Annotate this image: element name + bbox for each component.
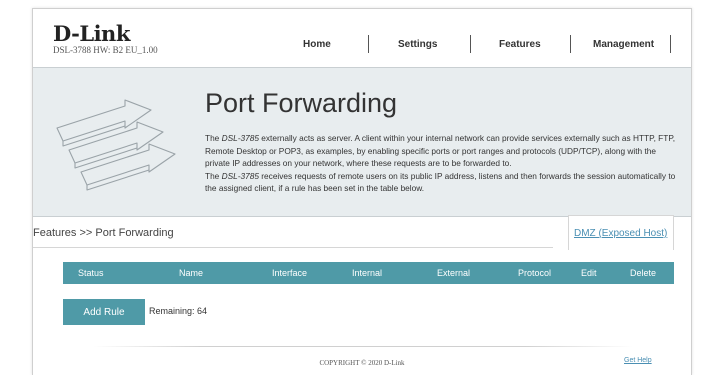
col-name: Name	[179, 268, 204, 278]
port-forwarding-arrows-icon	[56, 99, 176, 191]
desc-model: DSL-3785	[221, 170, 259, 181]
page-frame: D-Link DSL-3788 HW: B2 EU_1.00 Home Sett…	[32, 8, 692, 375]
col-status: Status	[78, 268, 104, 278]
get-help-link[interactable]: Get Help	[624, 357, 652, 364]
nav-settings[interactable]: Settings	[398, 39, 437, 50]
model-info: DSL-3788 HW: B2 EU_1.00	[53, 45, 158, 55]
dmz-link[interactable]: DMZ (Exposed Host)	[574, 228, 667, 239]
page-title: Port Forwarding	[205, 88, 398, 118]
desc-text: The	[205, 133, 222, 143]
nav-divider	[470, 35, 471, 53]
add-rule-button[interactable]: Add Rule	[63, 299, 145, 325]
nav-home[interactable]: Home	[303, 39, 331, 50]
brand-name: D-Link	[53, 21, 130, 46]
nav-divider	[670, 35, 671, 53]
dmz-tab: DMZ (Exposed Host)	[568, 215, 674, 250]
nav-divider	[368, 35, 369, 53]
desc-text: The	[205, 170, 222, 181]
col-protocol: Protocol	[518, 268, 552, 278]
col-external: External	[437, 268, 471, 278]
nav-management[interactable]: Management	[593, 39, 654, 50]
desc-text: receives requests of remote users on its…	[205, 170, 676, 194]
copyright: COPYRIGHT © 2020 D-Link	[319, 359, 405, 367]
dlink-logo: D-Link DSL-3788 HW: B2 EU_1.00	[53, 21, 158, 56]
col-interface: Interface	[272, 268, 308, 278]
col-delete: Delete	[630, 268, 657, 278]
remaining-count: Remaining: 64	[149, 306, 208, 316]
page-banner: Port Forwarding The DSL-3785 externally …	[33, 67, 691, 217]
desc-text: externally acts as server. A client with…	[205, 133, 676, 169]
footer-divider	[93, 346, 633, 347]
page-description: The DSL-3785 externally acts as server. …	[205, 132, 680, 195]
col-edit: Edit	[581, 268, 597, 278]
rules-table-header: Status Name Interface Internal External …	[63, 262, 674, 284]
nav-features[interactable]: Features	[499, 39, 541, 50]
nav-divider	[570, 35, 571, 53]
col-internal: Internal	[352, 268, 383, 278]
breadcrumb: Features >> Port Forwarding	[33, 227, 174, 239]
breadcrumb-divider	[33, 247, 553, 248]
desc-model: DSL-3785	[221, 133, 259, 143]
